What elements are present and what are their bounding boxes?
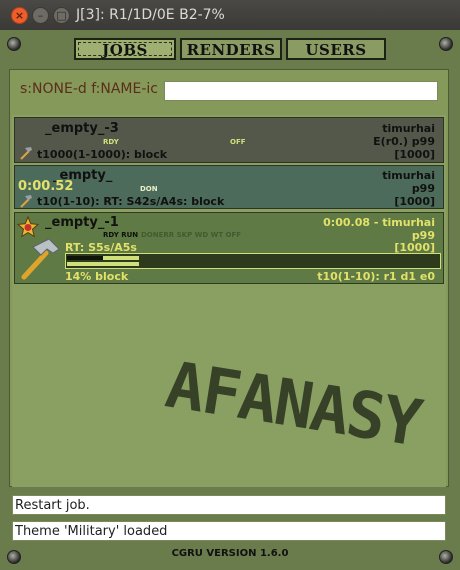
job-time-user: 0:00.08 - timurhai: [323, 216, 435, 229]
progress-fill-done: [67, 256, 103, 260]
bolt-icon: [439, 37, 453, 51]
hammer-icon: [21, 238, 60, 280]
tab-users[interactable]: USERS: [286, 38, 386, 60]
afanasy-window: × – □ J[3]: R1/1D/0E B2-7% JOBS RENDERS …: [0, 0, 460, 570]
job-tasks: [1000]: [394, 148, 435, 161]
job-row[interactable]: _empty_-3 RDY OFF timurhai E(r0.) p99 t1…: [14, 117, 444, 163]
job-block: t1000(1-1000): block: [37, 148, 168, 161]
progress-fill-total: [67, 262, 139, 266]
hammer-icon: [20, 195, 32, 208]
job-row-running[interactable]: _empty_-1 RDY RUN DONERR SKP WD WT OFF 0…: [14, 212, 444, 284]
status-line-1: Restart job.: [12, 495, 446, 515]
window-title: J[3]: R1/1D/0E B2-7%: [76, 7, 225, 23]
hammer-icon: [20, 147, 32, 160]
job-user: timurhai: [382, 169, 435, 182]
version-label: CGRU VERSION 1.6.0: [171, 548, 289, 559]
job-progress-bar: [65, 253, 441, 269]
job-time: 0:00.52: [18, 179, 74, 194]
title-bar: × – □ J[3]: R1/1D/0E B2-7%: [0, 0, 460, 30]
job-row[interactable]: _empty_ 0:00.52 DON timurhai p99 t10(1-1…: [14, 165, 444, 209]
filter-input[interactable]: [164, 81, 438, 101]
job-block: t10(1-10): RT: S42s/A4s: block: [37, 195, 225, 208]
tab-renders[interactable]: RENDERS: [180, 38, 282, 60]
tab-jobs[interactable]: JOBS: [74, 38, 176, 60]
job-tasks-info: t10(1-10): r1 d1 e0: [317, 270, 435, 283]
maximize-window-button[interactable]: □: [53, 7, 70, 24]
job-tasks: [1000]: [394, 195, 435, 208]
progress-fill-running: [103, 256, 139, 260]
watermark-logo: AFANASY: [160, 348, 426, 462]
close-window-button[interactable]: ×: [11, 7, 28, 24]
job-state-dim: DONERR SKP WD WT OFF: [141, 231, 242, 239]
job-progress-label: 14% block: [65, 270, 129, 283]
job-state: RDY: [103, 138, 119, 146]
status-line-2: Theme 'Military' loaded: [12, 521, 446, 541]
job-priority: E(r0.) p99: [373, 135, 435, 148]
bolt-icon: [7, 37, 21, 51]
job-name: _empty_-1: [45, 215, 119, 230]
job-user: timurhai: [382, 122, 435, 135]
minimize-window-button[interactable]: –: [32, 7, 49, 24]
job-state: RDY RUN: [103, 231, 139, 239]
job-state-off: OFF: [230, 138, 246, 146]
job-state: DON: [140, 185, 158, 193]
job-name: _empty_-3: [45, 121, 119, 136]
job-list[interactable]: _empty_-3 RDY OFF timurhai E(r0.) p99 t1…: [12, 115, 446, 487]
star-icon: [17, 216, 39, 238]
filter-label[interactable]: s:NONE-d f:NAME-ic: [20, 81, 158, 97]
job-priority: p99: [411, 182, 435, 195]
